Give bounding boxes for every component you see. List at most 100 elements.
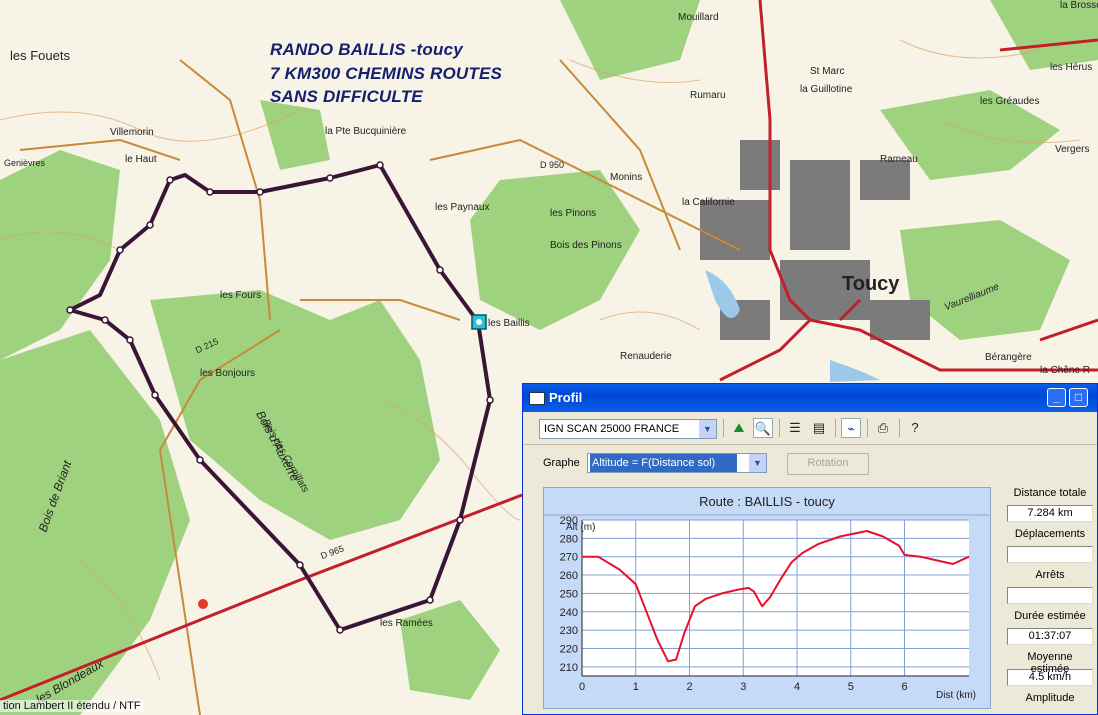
crossroad-marker bbox=[198, 599, 208, 609]
place-label: Renauderie bbox=[620, 351, 672, 362]
profil-window[interactable]: Profil _ □ IGN SCAN 25000 FRANCE ▼ ⛰ 🔍 ☰… bbox=[522, 383, 1098, 715]
y-tick-label: 210 bbox=[560, 662, 578, 674]
road-label: D 950 bbox=[540, 160, 564, 170]
y-tick-label: 270 bbox=[560, 552, 578, 564]
toolbar-separator bbox=[899, 419, 900, 437]
place-label: les Gréaudes bbox=[980, 96, 1039, 107]
x-tick-label: 3 bbox=[740, 681, 746, 693]
chart-title: Route : BAILLIS - toucy bbox=[699, 494, 835, 509]
projection-note: tion Lambert II étendu / NTF bbox=[0, 700, 144, 712]
place-label: les Baillis bbox=[488, 318, 530, 329]
chart-grid bbox=[581, 519, 969, 676]
graph-icon[interactable]: ⌁ bbox=[841, 418, 861, 438]
stat-label: Déplacements bbox=[1014, 528, 1086, 540]
plot-area bbox=[582, 520, 969, 676]
profile-chart-svg: Route : BAILLIS - toucy 2102202302402502… bbox=[544, 494, 990, 701]
place-label: Vergers bbox=[1055, 144, 1089, 155]
route-title-line-3: SANS DIFFICULTE bbox=[270, 87, 423, 106]
x-tick-label: 4 bbox=[794, 681, 800, 693]
place-label: St Marc bbox=[810, 66, 844, 77]
place-label: les Fouets bbox=[10, 48, 70, 63]
x-tick-label: 2 bbox=[686, 681, 692, 693]
stat-distance: Distance totale 7.284 km bbox=[1007, 487, 1093, 522]
chevron-down-icon: ▼ bbox=[749, 454, 766, 472]
place-label: les Pinons bbox=[550, 208, 596, 219]
stat-duree: Durée estimée 01:37:07 bbox=[1007, 610, 1093, 645]
place-label: Villemorin bbox=[110, 127, 154, 138]
window-title: Profil bbox=[549, 390, 583, 405]
stat-amplitude: Amplitude bbox=[1007, 692, 1093, 708]
toolbar-separator bbox=[835, 419, 836, 437]
toolbar-separator bbox=[867, 419, 868, 437]
rotation-button[interactable]: Rotation bbox=[787, 453, 869, 475]
place-label: Rameau bbox=[880, 154, 918, 165]
zoom-icon[interactable]: 🔍 bbox=[753, 418, 773, 438]
x-tick-label: 1 bbox=[633, 681, 639, 693]
place-label: le Haut bbox=[125, 154, 157, 165]
stat-label: Arrêts bbox=[1035, 569, 1065, 581]
properties-icon[interactable]: ▤ bbox=[809, 418, 829, 438]
toolbar-separator bbox=[723, 419, 724, 437]
y-tick-label: 260 bbox=[560, 570, 578, 582]
place-label: la Chêne R bbox=[1040, 365, 1090, 376]
stat-value bbox=[1007, 546, 1093, 563]
stat-value: 4.5 km/h bbox=[1007, 669, 1093, 686]
toolbar: IGN SCAN 25000 FRANCE ▼ ⛰ 🔍 ☰ ▤ ⌁ ⎙ ? bbox=[523, 414, 1097, 445]
y-tick-label: 280 bbox=[560, 533, 578, 545]
stat-label: Moyenne estimée bbox=[1027, 651, 1073, 675]
window-titlebar[interactable]: Profil _ □ bbox=[523, 384, 1097, 412]
place-label: Monins bbox=[610, 172, 642, 183]
stat-value bbox=[1007, 587, 1093, 604]
map-source-value: IGN SCAN 25000 FRANCE bbox=[544, 423, 680, 435]
profile-chart: Route : BAILLIS - toucy 210 220 230 240 250 2… bbox=[543, 487, 991, 709]
print-icon[interactable]: ⎙ bbox=[873, 418, 893, 438]
stat-label: Distance totale bbox=[1013, 487, 1087, 499]
place-label: les Bonjours bbox=[200, 368, 255, 379]
place-label: Rumaru bbox=[690, 90, 726, 101]
stat-label: Amplitude bbox=[1025, 692, 1075, 704]
route-title-line-1: RANDO BAILLIS -toucy bbox=[270, 40, 463, 59]
chevron-down-icon: ▼ bbox=[699, 420, 716, 438]
profile-icon[interactable]: ⛰ bbox=[729, 418, 749, 438]
stat-value: 01:37:07 bbox=[1007, 628, 1093, 645]
graphe-value: Altitude = F(Distance sol) bbox=[590, 454, 737, 472]
place-label: les Ramées bbox=[380, 618, 433, 629]
graphe-label: Graphe bbox=[543, 457, 580, 469]
route-title-line-2: 7 KM300 CHEMINS ROUTES bbox=[270, 64, 503, 83]
stat-label: Durée estimée bbox=[1014, 610, 1086, 622]
place-label: Genièvres bbox=[4, 158, 46, 168]
start-marker[interactable] bbox=[471, 314, 487, 330]
stat-moyenne: Moyenne estimée 4.5 km/h bbox=[1007, 651, 1093, 686]
x-axis-label: Dist (km) bbox=[936, 690, 976, 701]
place-label: Bois des Pinons bbox=[550, 240, 622, 251]
y-tick-label: 250 bbox=[560, 588, 578, 600]
x-tick-label: 0 bbox=[579, 681, 585, 693]
minimize-button[interactable]: _ bbox=[1047, 388, 1066, 407]
place-label: Bérangère bbox=[985, 352, 1032, 363]
maximize-button[interactable]: □ bbox=[1069, 388, 1088, 407]
map-source-select[interactable]: IGN SCAN 25000 FRANCE ▼ bbox=[539, 419, 717, 439]
graphe-select[interactable]: Altitude = F(Distance sol) ▼ bbox=[587, 453, 767, 473]
place-label: la Californie bbox=[682, 197, 735, 208]
place-label: les Fours bbox=[220, 290, 261, 301]
y-tick-label: 230 bbox=[560, 625, 578, 637]
y-axis-label: Alt (m) bbox=[566, 522, 595, 533]
app-icon bbox=[529, 392, 545, 405]
y-tick-label: 240 bbox=[560, 607, 578, 619]
list-icon[interactable]: ☰ bbox=[785, 418, 805, 438]
stat-deplacements: Déplacements bbox=[1007, 528, 1093, 563]
help-icon[interactable]: ? bbox=[905, 418, 925, 438]
place-label: Toucy bbox=[842, 273, 900, 295]
place-label: les Paynaux bbox=[435, 202, 489, 213]
stat-arrets: Arrêts bbox=[1007, 569, 1093, 604]
x-tick-label: 5 bbox=[848, 681, 854, 693]
stat-value: 7.284 km bbox=[1007, 505, 1093, 522]
place-label: les Hérus bbox=[1050, 62, 1092, 73]
place-label: la Brosse bbox=[1060, 0, 1098, 11]
place-label: la Pte Bucquinière bbox=[325, 126, 407, 137]
place-label: la Guillotine bbox=[800, 84, 853, 95]
place-label: Mouillard bbox=[678, 12, 719, 23]
toolbar-separator bbox=[779, 419, 780, 437]
stats-panel: Distance totale 7.284 km Déplacements Ar… bbox=[1007, 487, 1093, 708]
y-tick-label: 220 bbox=[560, 643, 578, 655]
